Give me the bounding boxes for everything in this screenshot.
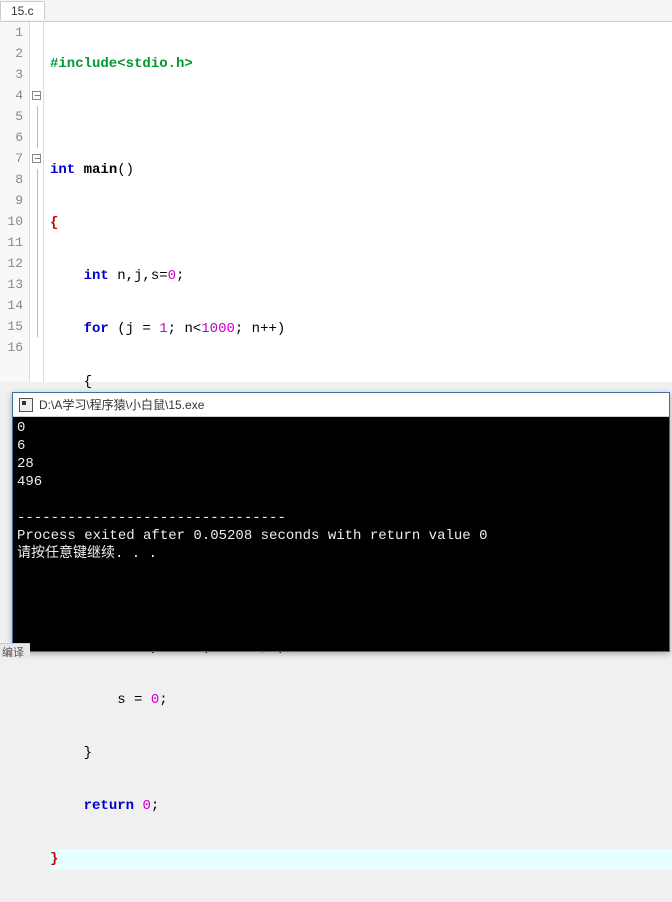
line-number: 10	[0, 211, 23, 232]
line-number-gutter: 1 2 3 4 5 6 7 8 9 10 11 12 13 14 15 16	[0, 22, 30, 382]
line-number: 12	[0, 253, 23, 274]
line-number: 8	[0, 169, 23, 190]
line-number: 11	[0, 232, 23, 253]
console-title-text: D:\A学习\程序猿\小白鼠\15.exe	[39, 396, 204, 413]
fold-toggle-icon[interactable]	[32, 154, 41, 163]
line-number: 2	[0, 43, 23, 64]
console-icon	[19, 398, 33, 412]
status-strip: 编译	[0, 643, 30, 657]
line-number: 5	[0, 106, 23, 127]
line-number: 3	[0, 64, 23, 85]
line-number: 16	[0, 337, 23, 358]
line-number: 13	[0, 274, 23, 295]
line-number: 4	[0, 85, 23, 106]
console-output[interactable]: 0 6 28 496 -----------------------------…	[13, 417, 669, 565]
file-tab[interactable]: 15.c	[0, 1, 45, 20]
fold-column	[30, 22, 44, 382]
console-window: D:\A学习\程序猿\小白鼠\15.exe 0 6 28 496 -------…	[12, 392, 670, 652]
line-number: 7	[0, 148, 23, 169]
line-number: 14	[0, 295, 23, 316]
line-number: 9	[0, 190, 23, 211]
code-area[interactable]: #include<stdio.h> int main() { int n,j,s…	[44, 22, 672, 382]
fold-toggle-icon[interactable]	[32, 91, 41, 100]
console-titlebar[interactable]: D:\A学习\程序猿\小白鼠\15.exe	[13, 393, 669, 417]
line-number: 6	[0, 127, 23, 148]
line-number: 1	[0, 22, 23, 43]
tab-bar: 15.c	[0, 0, 672, 22]
code-editor: 1 2 3 4 5 6 7 8 9 10 11 12 13 14 15 16 #…	[0, 22, 672, 382]
line-number: 15	[0, 316, 23, 337]
